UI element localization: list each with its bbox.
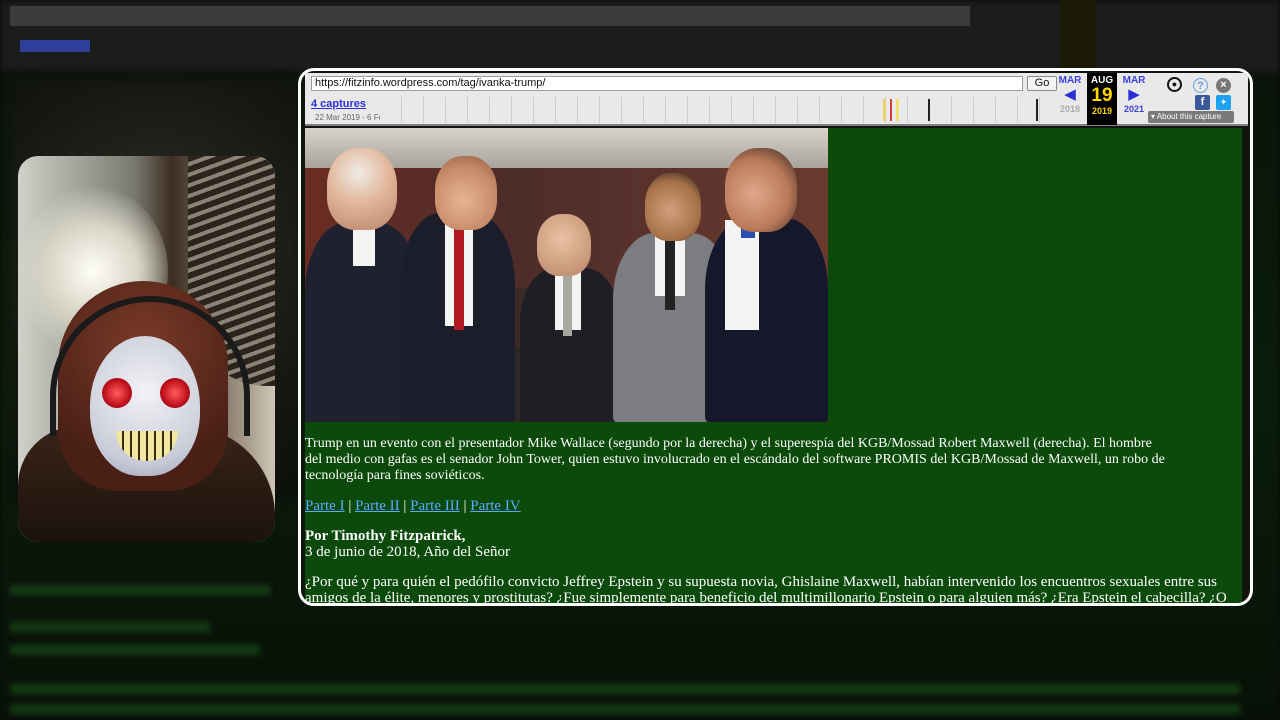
photo-head bbox=[537, 214, 591, 276]
article-date: 3 de junio de 2018, Año del Señor bbox=[305, 544, 510, 560]
about-capture-button[interactable]: ▾ About this capture bbox=[1148, 111, 1234, 123]
parts-separator: | bbox=[348, 498, 352, 514]
background-text-line bbox=[10, 585, 270, 595]
article-author: Por Timothy Fitzpatrick, bbox=[305, 528, 466, 544]
close-icon[interactable]: × bbox=[1216, 78, 1231, 93]
current-year: 2019 bbox=[1091, 106, 1113, 116]
background-text-line bbox=[10, 645, 260, 655]
mask-eye-right bbox=[160, 378, 190, 408]
background-url-bar bbox=[10, 6, 970, 26]
photo-caption: Trump en un evento con el presentador Mi… bbox=[305, 436, 1165, 483]
dropdown-arrow-icon: ▾ bbox=[1151, 112, 1156, 121]
part-iv-link[interactable]: Parte IV bbox=[470, 498, 520, 514]
article-paragraph: ¿Por qué y para quién el pedófilo convic… bbox=[305, 574, 1227, 606]
photo-head bbox=[645, 173, 701, 241]
about-capture-label: About this capture bbox=[1156, 112, 1222, 121]
captures-link[interactable]: 4 captures bbox=[311, 98, 366, 110]
photo-head bbox=[327, 148, 397, 230]
prev-capture-column[interactable]: MAR ◀ 2018 bbox=[1055, 73, 1085, 125]
part-ii-link[interactable]: Parte II bbox=[355, 498, 400, 514]
next-arrow-icon[interactable]: ▶ bbox=[1119, 86, 1149, 103]
mask-eye-left bbox=[102, 378, 132, 408]
capture-sparkline[interactable] bbox=[380, 97, 1055, 123]
background-text-line bbox=[10, 704, 1240, 714]
article-photo bbox=[305, 128, 828, 422]
part-i-link[interactable]: Parte I bbox=[305, 498, 345, 514]
prev-arrow-icon[interactable]: ◀ bbox=[1055, 86, 1085, 103]
current-capture-column: AUG 19 2019 bbox=[1087, 73, 1117, 125]
background-link bbox=[20, 40, 90, 52]
url-input[interactable]: https://fitzinfo.wordpress.com/tag/ivank… bbox=[311, 76, 1023, 91]
parts-separator: | bbox=[403, 498, 407, 514]
capture-date-range: 22 Mar 2019 - 6 Fe bbox=[315, 113, 384, 122]
photo-person bbox=[705, 218, 828, 422]
photo-head bbox=[725, 148, 797, 232]
browser-popup-window: https://fitzinfo.wordpress.com/tag/ivank… bbox=[298, 68, 1253, 606]
webcam-overlay bbox=[18, 156, 275, 542]
help-icon[interactable]: ? bbox=[1193, 78, 1208, 93]
part-iii-link[interactable]: Parte III bbox=[410, 498, 460, 514]
photo-head bbox=[435, 156, 497, 230]
capture-tick[interactable] bbox=[883, 99, 886, 121]
parts-separator: | bbox=[463, 498, 467, 514]
user-icon[interactable]: ● bbox=[1167, 77, 1182, 92]
parts-nav: Parte I | Parte II | Parte III | Parte I… bbox=[305, 498, 521, 515]
facebook-icon[interactable]: f bbox=[1195, 95, 1210, 110]
twitter-icon[interactable]: ✦ bbox=[1216, 95, 1231, 110]
capture-tick[interactable] bbox=[890, 99, 892, 121]
capture-tick[interactable] bbox=[928, 99, 930, 121]
photo-tie bbox=[563, 276, 572, 336]
background-text-line bbox=[10, 622, 210, 632]
capture-tick[interactable] bbox=[1036, 99, 1038, 121]
capture-tick[interactable] bbox=[896, 99, 899, 121]
background-date-block bbox=[1060, 0, 1096, 72]
go-button[interactable]: Go bbox=[1027, 76, 1057, 91]
next-year: 2021 bbox=[1123, 104, 1145, 114]
next-month[interactable]: MAR bbox=[1119, 75, 1149, 86]
photo-shirt bbox=[353, 226, 375, 266]
article-page: Trump en un evento con el presentador Mi… bbox=[305, 128, 1242, 606]
wayback-toolbar: https://fitzinfo.wordpress.com/tag/ivank… bbox=[305, 73, 1248, 126]
photo-tie bbox=[454, 220, 464, 330]
next-capture-column[interactable]: MAR ▶ 2021 bbox=[1119, 73, 1149, 125]
prev-year: 2018 bbox=[1059, 104, 1081, 114]
background-text-line bbox=[10, 684, 1240, 694]
photo-tie bbox=[665, 240, 675, 310]
prev-month[interactable]: MAR bbox=[1055, 75, 1085, 86]
current-day: 19 bbox=[1091, 85, 1113, 106]
